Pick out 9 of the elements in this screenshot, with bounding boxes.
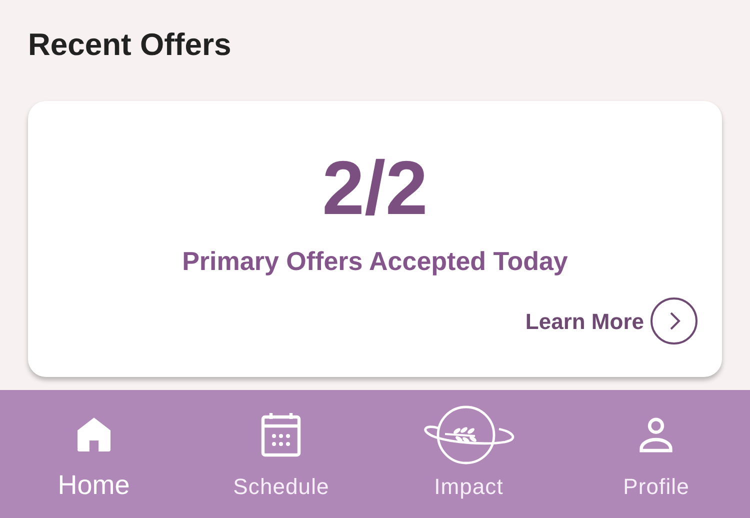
offer-caption: Primary Offers Accepted Today: [182, 244, 568, 278]
nav-tab[interactable]: Impact: [375, 390, 562, 518]
section-title: Recent Offers: [28, 26, 232, 64]
offer-count: 2/2: [322, 150, 428, 227]
learn-more-link[interactable]: Learn More: [525, 297, 698, 346]
nav-tab[interactable]: Home: [0, 390, 188, 518]
nav-tab[interactable]: Profile: [562, 390, 750, 518]
chevron-circle-icon: [650, 297, 698, 346]
nav-tab[interactable]: Schedule: [188, 390, 375, 518]
